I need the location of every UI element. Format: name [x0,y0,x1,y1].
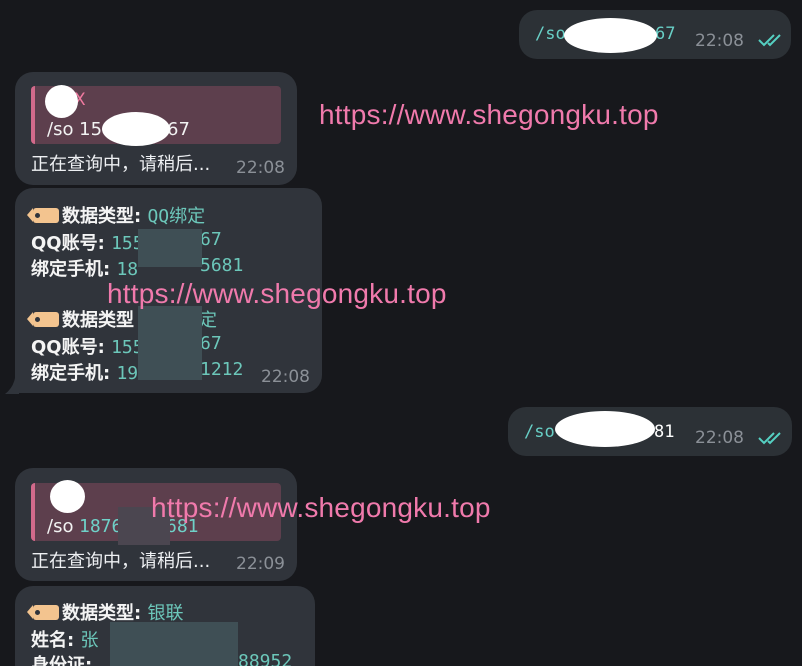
message-command-tail: 67 [655,24,676,44]
id-card-suffix: 88952 [238,651,293,666]
redaction-mask [102,112,170,146]
name-line: 姓名: 张 [31,630,99,651]
message-command: /so [535,24,566,44]
redaction-mask [138,306,202,380]
message-time: 22:08 [695,428,744,448]
message-time: 22:09 [236,554,285,574]
redaction-mask [138,229,202,267]
message-time: 22:08 [261,367,310,387]
reply-quoted-command: /so 15 [47,119,103,140]
tag-icon [27,312,59,327]
message-time: 22:08 [695,31,744,51]
bound-phone-suffix: 1212 [200,359,244,380]
message-time: 22:08 [236,158,285,178]
message-text: 正在查询中，请稍后... [31,154,211,175]
reply-quoted-prefix: 1876 [79,516,123,537]
qq-account-suffix: 67 [200,229,222,250]
watermark-text: https://www.shegongku.top [319,99,659,130]
bound-phone-suffix: 5681 [200,255,244,276]
bound-phone-line: 绑定手机: 19 [31,363,139,384]
tag-icon [27,208,59,223]
redaction-mask [564,18,657,53]
message-command: /so [524,422,555,442]
tag-icon [27,605,59,620]
double-check-icon [758,432,781,445]
reply-quoted-command: /so [47,516,74,537]
message-command-tail: 81 [654,422,675,442]
qq-account-line: QQ账号: 155 [31,337,144,358]
bubble-tail [5,378,19,394]
message-text: 正在查询中，请稍后... [31,551,211,572]
record-type-line: 数据类型: QQ绑定 [27,202,205,228]
redaction-mask [110,622,238,666]
reply-quote-bar [31,483,35,541]
redaction-mask [50,480,85,513]
qq-account-suffix: 67 [200,333,222,354]
watermark-text: https://www.shegongku.top [151,492,491,523]
qq-account-line: QQ账号: 155 [31,233,144,254]
redaction-mask [555,411,655,447]
reply-quote-bar [31,86,35,144]
watermark-text: https://www.shegongku.top [107,278,447,309]
redaction-mask [45,85,78,118]
reply-quoted-command-tail: 67 [167,119,190,140]
double-check-icon [758,34,781,47]
id-card-line: 身份证: [31,655,93,666]
